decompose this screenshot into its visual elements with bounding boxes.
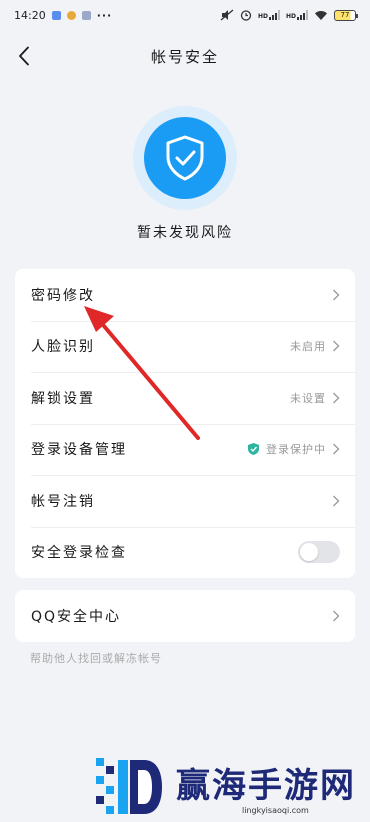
shield-check-icon [248,443,259,456]
shield-circle [144,117,226,199]
chevron-left-icon [19,46,29,66]
signal-icon-2: HD [286,10,308,20]
chevron-right-icon [333,392,340,404]
settings-row-password[interactable]: 密码修改 [15,269,355,321]
settings-row-unlock[interactable]: 解锁设置 未设置 [15,372,355,424]
risk-status-text: 暂未发现风险 [137,225,233,241]
qq-security-center-card: QQ安全中心 [15,590,355,642]
page-title: 帐号安全 [150,47,219,66]
settings-row-safe-login-check: 安全登录检查 [15,526,355,579]
shield-check-icon [166,135,204,181]
settings-row-account-cancel[interactable]: 帐号注销 [15,475,355,527]
watermark-text: 赢海手游网 [176,766,356,806]
wifi-icon [315,10,327,20]
settings-row-label: 人脸识别 [31,339,95,356]
settings-row-label: 登录设备管理 [31,442,127,459]
status-bar: 14:20 ··· HD HD 77 [0,0,370,30]
chevron-right-icon [333,443,340,455]
alarm-icon [240,10,252,21]
row-right: 未启用 [290,338,340,354]
status-left: 14:20 ··· [14,9,112,22]
qq-center-helper-text: 帮助他人找回或解冻帐号 [30,652,162,665]
chevron-right-icon [333,340,340,352]
row-right: 未设置 [290,390,340,406]
watermark-url: lingkyisaoqi.com [242,806,309,815]
battery-level: 77 [340,10,350,19]
watermark-mosaic-icon [96,758,162,814]
app-notification-icon [51,10,61,20]
settings-row-value: 登录保护中 [266,443,326,457]
chevron-right-icon [333,495,340,507]
settings-row-label: 帐号注销 [31,493,95,510]
nav-bar: 帐号安全 [0,36,370,76]
row-right [332,610,340,622]
app-notification-icon [66,10,76,20]
shield-badge [133,106,237,210]
chevron-right-icon [333,289,340,301]
row-right [332,289,340,301]
app-notification-icon [81,10,91,20]
mute-icon [220,9,234,21]
status-right: HD HD 77 [220,9,358,21]
settings-row-label: 密码修改 [31,287,95,304]
watermark-logo: 赢海手游网 lingkyisaoqi.com [92,752,362,822]
settings-row-value: 未启用 [290,340,326,354]
back-button[interactable] [12,42,36,70]
safe-login-toggle[interactable] [298,541,340,564]
signal-icon: HD [258,10,280,20]
settings-row-face-recognition[interactable]: 人脸识别 未启用 [15,320,355,373]
status-time: 14:20 [14,8,46,22]
more-notifications-icon: ··· [96,8,113,22]
settings-row-label: 解锁设置 [31,390,95,407]
row-right: 登录保护中 [247,441,340,457]
settings-row-qq-security-center[interactable]: QQ安全中心 [15,590,355,642]
battery-icon: 77 [334,9,358,21]
chevron-right-icon [333,610,340,622]
row-right [332,495,340,507]
settings-row-device-management[interactable]: 登录设备管理 登录保护中 [15,423,355,476]
security-settings-card: 密码修改 人脸识别 未启用 解锁设置 未设置 登录设备管理 登录保护中 帐号注销 [15,269,355,578]
settings-row-label: QQ安全中心 [31,608,122,625]
toggle-knob [300,543,318,562]
settings-row-value: 未设置 [290,391,326,405]
settings-row-label: 安全登录检查 [31,545,127,562]
